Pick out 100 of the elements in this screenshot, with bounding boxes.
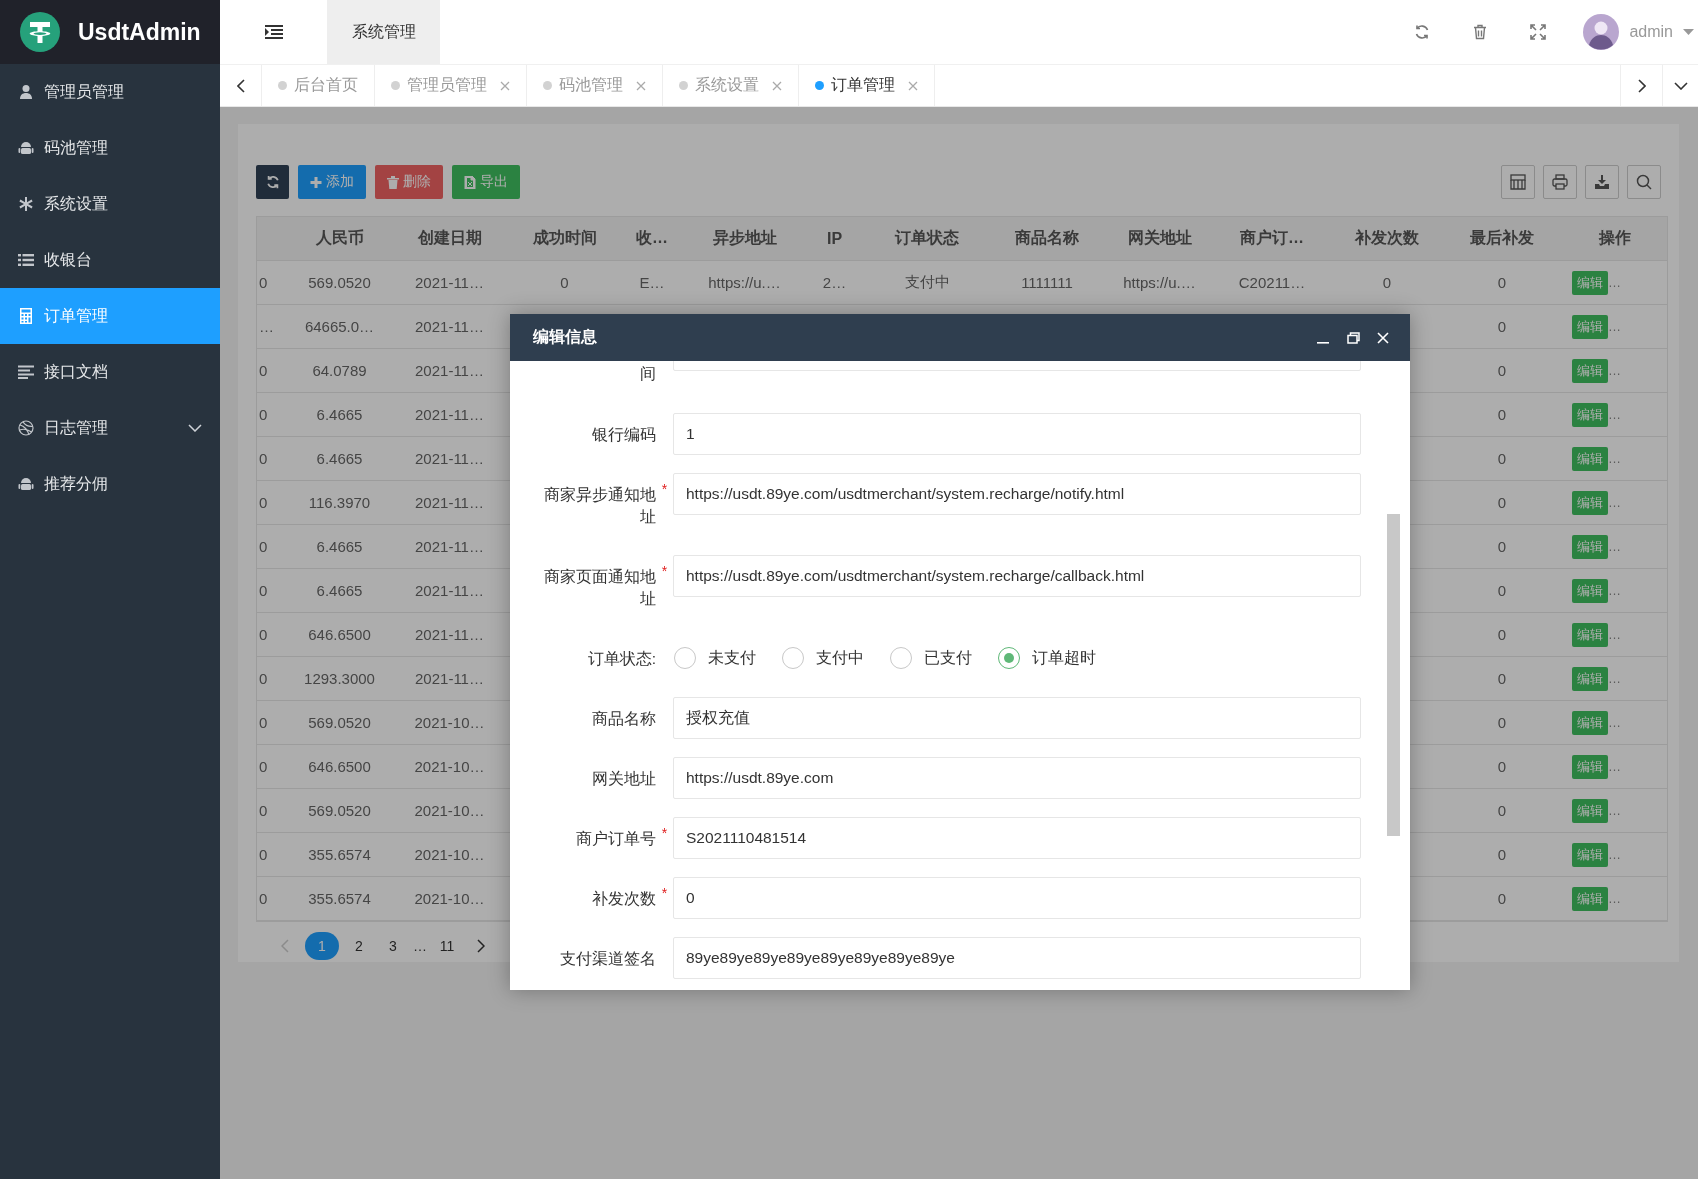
- column-header: 成功时间: [532, 229, 597, 246]
- input-field[interactable]: https://usdt.89ye.com/usdtmerchant/system.recharge/notify.html: [673, 473, 1361, 515]
- sidebar-item[interactable]: 接口文档: [0, 344, 220, 400]
- column-header: 商户订…: [1240, 229, 1304, 246]
- more-text: …: [1608, 406, 1621, 422]
- table-cell: 646.6500: [308, 758, 371, 775]
- table-cell: 2021-10…: [414, 714, 485, 731]
- export-button[interactable]: [1585, 165, 1619, 199]
- sidebar-item[interactable]: 系统设置: [0, 176, 220, 232]
- status-dot-icon: [391, 81, 400, 90]
- page-tab[interactable]: 码池管理: [527, 65, 663, 106]
- page-tab[interactable]: 后台首页: [262, 65, 375, 106]
- edit-button[interactable]: 编辑: [1572, 446, 1608, 471]
- edit-button[interactable]: 编辑: [1572, 754, 1608, 779]
- edit-button[interactable]: 编辑: [1572, 842, 1608, 867]
- edit-button[interactable]: 编辑: [1572, 534, 1608, 559]
- sidebar-item[interactable]: 管理员管理: [0, 64, 220, 120]
- radio-option[interactable]: 支付中: [782, 647, 864, 669]
- print-button[interactable]: [1543, 165, 1577, 199]
- search-button[interactable]: [1627, 165, 1661, 199]
- field-label: 补发次数: [591, 889, 656, 909]
- sidebar-item[interactable]: 推荐分佣: [0, 456, 220, 512]
- edit-button[interactable]: 编辑: [1572, 578, 1608, 603]
- page-button[interactable]: 3: [379, 932, 407, 960]
- export-button[interactable]: 导出: [452, 165, 520, 199]
- table-cell: 0: [1497, 450, 1507, 467]
- page-button[interactable]: 1: [305, 932, 339, 960]
- close-icon[interactable]: [772, 80, 782, 91]
- columns-button[interactable]: [1501, 165, 1535, 199]
- close-icon[interactable]: [500, 80, 510, 91]
- edit-button[interactable]: 编辑: [1572, 710, 1608, 735]
- page-tab[interactable]: 管理员管理: [375, 65, 527, 106]
- close-icon[interactable]: [636, 80, 646, 91]
- table-cell: 0: [1497, 846, 1507, 863]
- radio-label: 支付中: [816, 647, 864, 668]
- more-text: …: [1608, 626, 1621, 642]
- table-cell: 0: [259, 890, 268, 907]
- edit-button[interactable]: 编辑: [1572, 358, 1608, 383]
- list-icon: [18, 252, 34, 268]
- table-cell: 2021-10…: [414, 758, 485, 775]
- page-button[interactable]: 11: [433, 932, 461, 960]
- radio-option[interactable]: 未支付: [674, 647, 756, 669]
- more-text: …: [1608, 758, 1621, 774]
- table-cell: 355.6574: [308, 890, 371, 907]
- input-field[interactable]: https://usdt.89ye.com/usdtmerchant/system.recharge/callback.html: [673, 555, 1361, 597]
- radio-option[interactable]: 订单超时: [998, 647, 1096, 669]
- sidebar-item[interactable]: 码池管理: [0, 120, 220, 176]
- edit-button[interactable]: 编辑: [1572, 270, 1608, 295]
- edit-button[interactable]: 编辑: [1572, 314, 1608, 339]
- table-cell: 2021-11…: [415, 626, 484, 643]
- table-cell: 0: [1497, 582, 1507, 599]
- column-header: 网关地址: [1127, 229, 1192, 246]
- radio-label: 未支付: [708, 647, 756, 668]
- close-icon[interactable]: [908, 80, 918, 91]
- nav-tab[interactable]: 系统管理: [327, 0, 440, 64]
- input-field[interactable]: 授权充值: [673, 697, 1361, 739]
- minimize-icon: [1317, 341, 1329, 344]
- user-menu[interactable]: admin: [1567, 0, 1698, 64]
- add-button[interactable]: 添加: [298, 165, 366, 199]
- status-dot-icon: [679, 81, 688, 90]
- table-cell: 0: [1497, 318, 1507, 335]
- sidebar-item[interactable]: 收银台: [0, 232, 220, 288]
- input-field[interactable]: 0: [673, 877, 1361, 919]
- edit-button[interactable]: 编辑: [1572, 622, 1608, 647]
- radio-option[interactable]: 已支付: [890, 647, 972, 669]
- page-button[interactable]: 2: [345, 932, 373, 960]
- input-field[interactable]: https://usdt.89ye.com: [673, 757, 1361, 799]
- input-field[interactable]: 1: [673, 413, 1361, 455]
- column-header: 创建日期: [417, 229, 482, 246]
- column-header: 订单状态: [895, 229, 959, 246]
- table-cell: C20211…: [1238, 274, 1306, 291]
- table-cell: 116.3970: [308, 494, 371, 511]
- sidebar-item[interactable]: 订单管理: [0, 288, 220, 344]
- table-cell: 1111111: [1021, 274, 1073, 291]
- more-text: …: [1608, 494, 1621, 510]
- edit-button[interactable]: 编辑: [1572, 798, 1608, 823]
- field-label: 商家页面通知地址: [544, 567, 656, 609]
- page-tab[interactable]: 系统设置: [663, 65, 799, 106]
- edit-button[interactable]: 编辑: [1572, 402, 1608, 427]
- more-text: …: [1608, 582, 1621, 598]
- edit-button[interactable]: 编辑: [1572, 490, 1608, 515]
- table-cell: 0: [1497, 494, 1507, 511]
- table-cell: 0: [259, 538, 268, 555]
- page-tab[interactable]: 订单管理: [799, 65, 935, 106]
- reload-button[interactable]: [256, 165, 289, 199]
- field-label: 订单状态:: [586, 649, 656, 669]
- input-field[interactable]: S2021110481514: [673, 817, 1361, 859]
- field-label: 支付渠道签名: [559, 949, 656, 969]
- table-cell: E…: [639, 274, 665, 291]
- refresh-icon: [1414, 24, 1431, 40]
- edit-button[interactable]: 编辑: [1572, 886, 1608, 911]
- input-field[interactable]: 89ye89ye89ye89ye89ye89ye89ye89ye: [673, 937, 1361, 979]
- sidebar-item[interactable]: 日志管理: [0, 400, 220, 456]
- edit-button[interactable]: 编辑: [1572, 666, 1608, 691]
- table-cell: 0: [259, 714, 268, 731]
- table-cell: 支付中: [904, 273, 950, 290]
- table-cell: 0: [1497, 802, 1507, 819]
- delete-button[interactable]: 删除: [375, 165, 443, 199]
- scrollbar[interactable]: [1387, 514, 1400, 836]
- table-cell: 0: [1497, 670, 1507, 687]
